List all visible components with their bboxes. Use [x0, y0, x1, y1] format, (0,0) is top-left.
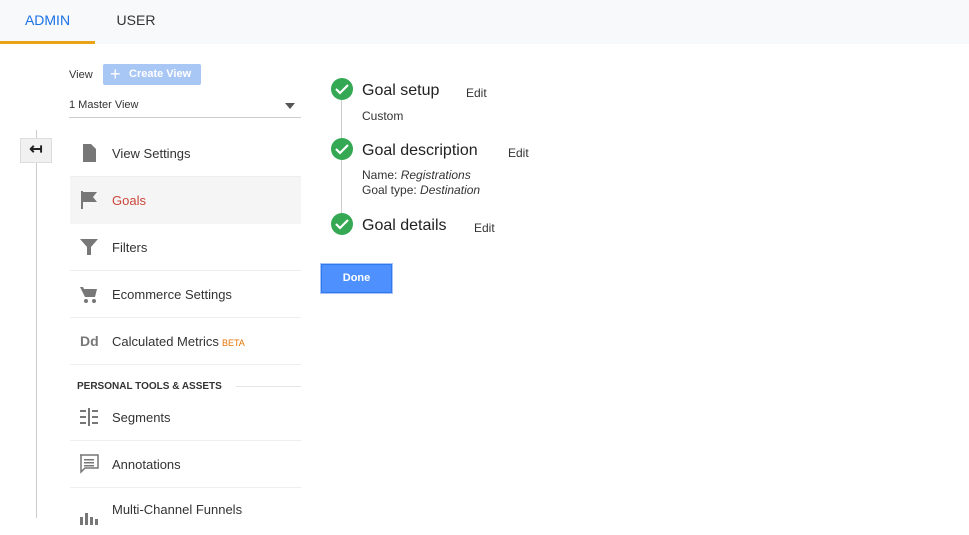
sidebar-item-multi-channel-funnels[interactable]: Multi-Channel Funnels: [70, 488, 301, 535]
type-value: Destination: [420, 183, 481, 197]
cart-icon: [80, 287, 97, 303]
name-label: Name:: [362, 168, 398, 182]
sidebar-item-annotations[interactable]: Annotations: [70, 441, 301, 488]
back-arrow-icon: ↤: [29, 141, 43, 158]
flag-icon: [81, 191, 97, 209]
create-view-label: Create View: [129, 68, 192, 80]
goal-setup-detail: Custom: [362, 109, 404, 123]
tab-user[interactable]: USER: [95, 0, 177, 44]
step-title-goal-details: Goal details: [362, 217, 447, 234]
sidebar-item-goals[interactable]: Goals: [70, 177, 301, 224]
dd-icon: Dd: [80, 333, 99, 349]
goal-name-detail: Name: Registrations: [362, 168, 471, 182]
sidebar-item-filters[interactable]: Filters: [70, 224, 301, 271]
top-tab-bar: ADMIN USER: [0, 0, 969, 44]
sidebar-item-label: Multi-Channel Funnels: [112, 502, 243, 517]
sidebar-item-calculated-metrics[interactable]: Dd Calculated Metrics BETA: [70, 318, 301, 365]
sidebar-item-label: Calculated Metrics BETA: [112, 318, 245, 367]
edit-goal-description[interactable]: Edit: [508, 146, 529, 160]
filter-icon: [80, 239, 98, 255]
caret-down-icon: [285, 103, 295, 109]
mcf-icon: [80, 513, 98, 525]
edit-goal-details[interactable]: Edit: [474, 221, 495, 235]
beta-badge: BETA: [221, 338, 245, 348]
check-icon: [331, 213, 353, 235]
back-button[interactable]: ↤: [20, 138, 52, 163]
view-selector[interactable]: 1 Master View: [69, 95, 301, 118]
section-divider: [236, 386, 301, 387]
check-icon: [331, 78, 353, 100]
done-button[interactable]: Done: [321, 264, 392, 293]
sidebar-item-label: Annotations: [112, 457, 181, 472]
check-icon: [331, 138, 353, 160]
type-label: Goal type:: [362, 183, 417, 197]
view-label: View: [69, 69, 93, 81]
view-selected-value: 1 Master View: [69, 99, 139, 111]
step-title-goal-setup: Goal setup: [362, 82, 440, 99]
section-title: PERSONAL TOOLS & ASSETS: [77, 381, 222, 392]
sidebar-item-label: View Settings: [112, 146, 191, 161]
segments-icon: [80, 408, 98, 426]
sidebar-item-segments[interactable]: Segments: [70, 394, 301, 441]
sidebar-divider: [36, 130, 37, 518]
annotation-icon: [80, 454, 99, 474]
create-view-button[interactable]: + Create View: [103, 64, 201, 85]
sidebar-item-label: Ecommerce Settings: [112, 287, 232, 302]
sidebar-item-label: Segments: [112, 410, 171, 425]
edit-goal-setup[interactable]: Edit: [466, 86, 487, 100]
document-icon: [83, 144, 96, 162]
tab-admin[interactable]: ADMIN: [0, 0, 95, 44]
step-title-goal-description: Goal description: [362, 142, 478, 159]
plus-icon: +: [110, 64, 121, 84]
name-value: Registrations: [400, 168, 471, 182]
goal-type-detail: Goal type: Destination: [362, 183, 480, 197]
sidebar-item-ecommerce-settings[interactable]: Ecommerce Settings: [70, 271, 301, 318]
sidebar-item-label: Filters: [112, 240, 148, 255]
sidebar-item-label: Goals: [112, 193, 146, 208]
sidebar-item-view-settings[interactable]: View Settings: [70, 130, 301, 177]
calculated-metrics-text: Calculated Metrics: [112, 334, 219, 349]
